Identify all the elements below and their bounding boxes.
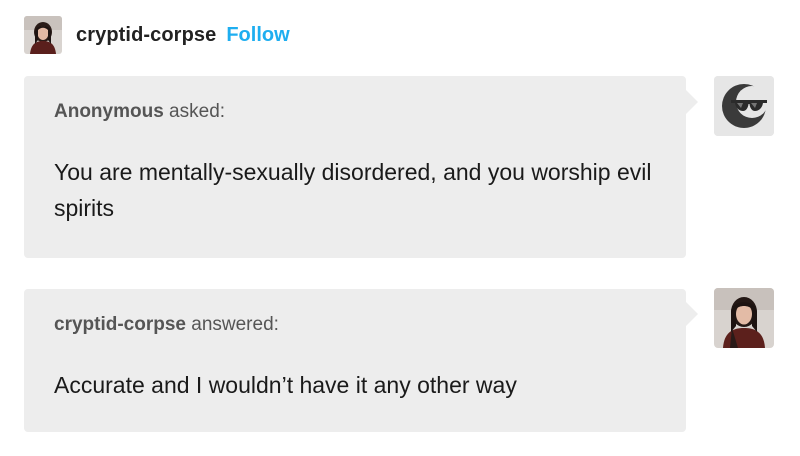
answer-text: Accurate and I wouldn’t have it any othe… — [54, 372, 517, 398]
question-text: You are mentally-sexually disordered, an… — [54, 159, 652, 221]
answerer-avatar[interactable] — [714, 288, 774, 348]
asked-label: asked: — [163, 101, 226, 122]
username-link[interactable]: cryptid-corpse — [76, 24, 216, 47]
user-photo-icon — [714, 288, 774, 348]
ask-post: cryptid-corpse Follow Anonymous asked: Y… — [0, 0, 800, 456]
anonymous-sunglasses-icon — [714, 76, 774, 136]
user-photo-icon — [24, 16, 62, 54]
answered-label: answered: — [185, 314, 279, 335]
avatar[interactable] — [24, 16, 62, 54]
anonymous-avatar — [714, 76, 774, 136]
answer-byline: cryptid-corpse answered: — [54, 313, 656, 337]
follow-button[interactable]: Follow — [226, 24, 289, 47]
answerer-name[interactable]: cryptid-corpse — [54, 314, 186, 335]
asker-name: Anonymous — [54, 101, 164, 122]
question-bubble: Anonymous asked: You are mentally-sexual… — [24, 76, 698, 258]
question-byline: Anonymous asked: — [54, 100, 656, 124]
answer-bubble: cryptid-corpse answered: Accurate and I … — [24, 289, 698, 432]
post-header: cryptid-corpse Follow — [24, 16, 290, 54]
